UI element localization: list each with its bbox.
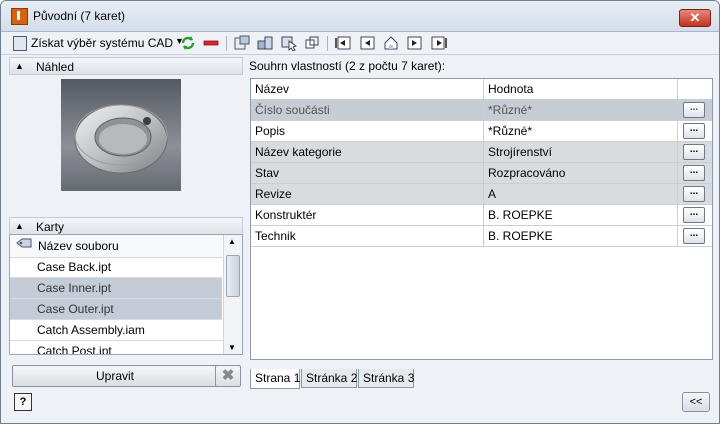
- list-item[interactable]: Catch Post.ipt: [10, 341, 222, 354]
- tab-page-3[interactable]: Stránka 3: [358, 369, 414, 388]
- get-cad-selection-label: Získat výběr systému CAD: [31, 36, 174, 50]
- column-header-name[interactable]: Název: [251, 79, 484, 99]
- list-item[interactable]: Catch Assembly.iam: [10, 320, 222, 341]
- tab-page-2[interactable]: Stránka 2: [301, 369, 357, 388]
- list-item[interactable]: Case Inner.ipt: [10, 278, 222, 299]
- toolbar: Získat výběr systému CAD ▼: [1, 32, 719, 55]
- edit-button[interactable]: Upravit: [12, 365, 218, 387]
- left-pane: ▲ Náhled ▲ Karty Název souboru Case Back…: [9, 57, 243, 389]
- window-title: Původní (7 karet): [33, 9, 126, 23]
- column-header-actions: [678, 79, 712, 99]
- previous-card-icon[interactable]: [358, 35, 376, 51]
- table-row[interactable]: Název kategorie Strojírenství ...: [251, 142, 712, 163]
- property-summary-label: Souhrn vlastností (2 z počtu 7 karet):: [249, 59, 446, 73]
- part-preview-image: [61, 79, 181, 191]
- tab-page-1[interactable]: Strana 1: [250, 369, 300, 389]
- file-list-header[interactable]: Název souboru: [10, 235, 222, 258]
- ellipsis-button[interactable]: ...: [683, 144, 705, 160]
- collapse-button[interactable]: <<: [682, 392, 710, 412]
- scrollbar-thumb[interactable]: [226, 255, 240, 297]
- table-row[interactable]: Revize A ...: [251, 184, 712, 205]
- file-name-column: Název souboru: [38, 239, 119, 253]
- preview-section-label: Náhled: [36, 60, 75, 74]
- close-button[interactable]: ✕: [679, 9, 711, 27]
- first-card-icon[interactable]: [334, 35, 352, 51]
- assembly-properties-icon[interactable]: [256, 35, 274, 51]
- ellipsis-button[interactable]: ...: [683, 165, 705, 181]
- next-card-icon[interactable]: [406, 35, 424, 51]
- toolbar-separator: [226, 36, 227, 51]
- ellipsis-button[interactable]: ...: [683, 207, 705, 223]
- file-list-scrollbar[interactable]: ▲ ▼: [223, 235, 242, 354]
- cards-section-header[interactable]: ▲ Karty: [9, 217, 243, 235]
- table-row[interactable]: Stav Rozpracováno ...: [251, 163, 712, 184]
- remove-icon[interactable]: [202, 35, 220, 51]
- table-row[interactable]: Konstruktér B. ROEPKE ...: [251, 205, 712, 226]
- cards-section-label: Karty: [36, 220, 65, 234]
- preview-section-header[interactable]: ▲ Náhled: [9, 57, 243, 75]
- column-header-value[interactable]: Hodnota: [484, 79, 678, 99]
- list-item[interactable]: Case Outer.ipt: [10, 299, 222, 320]
- title-bar: Původní (7 karet) ✕: [1, 1, 719, 32]
- refresh-icon[interactable]: [179, 35, 197, 51]
- toolbar-separator: [327, 36, 328, 51]
- file-list[interactable]: Název souboru Case Back.ipt Case Inner.i…: [9, 234, 243, 355]
- inventor-app-icon: [11, 8, 28, 25]
- get-cad-selection-button[interactable]: Získat výběr systému CAD ▼: [11, 35, 184, 51]
- dialog-window: Původní (7 karet) ✕ Získat výběr systému…: [0, 0, 720, 424]
- chevron-up-icon[interactable]: ▲: [15, 61, 24, 71]
- home-card-icon[interactable]: [382, 35, 400, 51]
- ellipsis-button[interactable]: ...: [683, 123, 705, 139]
- scroll-down-icon[interactable]: ▼: [228, 343, 236, 352]
- restore-icon[interactable]: [303, 35, 321, 51]
- chevron-up-icon[interactable]: ▲: [15, 221, 24, 231]
- table-row[interactable]: Technik B. ROEPKE ...: [251, 226, 712, 247]
- table-row[interactable]: Popis *Různé* ...: [251, 121, 712, 142]
- last-card-icon[interactable]: [430, 35, 448, 51]
- select-properties-icon[interactable]: [280, 35, 298, 52]
- right-pane: Souhrn vlastností (2 z počtu 7 karet): N…: [247, 57, 713, 389]
- help-button[interactable]: ?: [14, 393, 32, 411]
- copy-properties-icon[interactable]: [233, 35, 251, 51]
- list-item[interactable]: Case Back.ipt: [10, 257, 222, 278]
- cad-selection-icon: [13, 36, 27, 51]
- properties-grid: Název Hodnota Číslo součásti *Různé* ...…: [250, 78, 713, 360]
- grid-header: Název Hodnota: [251, 79, 712, 100]
- ellipsis-button[interactable]: ...: [683, 102, 705, 118]
- ellipsis-button[interactable]: ...: [683, 186, 705, 202]
- table-row[interactable]: Číslo součásti *Různé* ...: [251, 100, 712, 121]
- scroll-up-icon[interactable]: ▲: [228, 237, 236, 246]
- ellipsis-button[interactable]: ...: [683, 228, 705, 244]
- tag-icon: [16, 238, 32, 255]
- delete-icon[interactable]: ✖: [215, 365, 241, 387]
